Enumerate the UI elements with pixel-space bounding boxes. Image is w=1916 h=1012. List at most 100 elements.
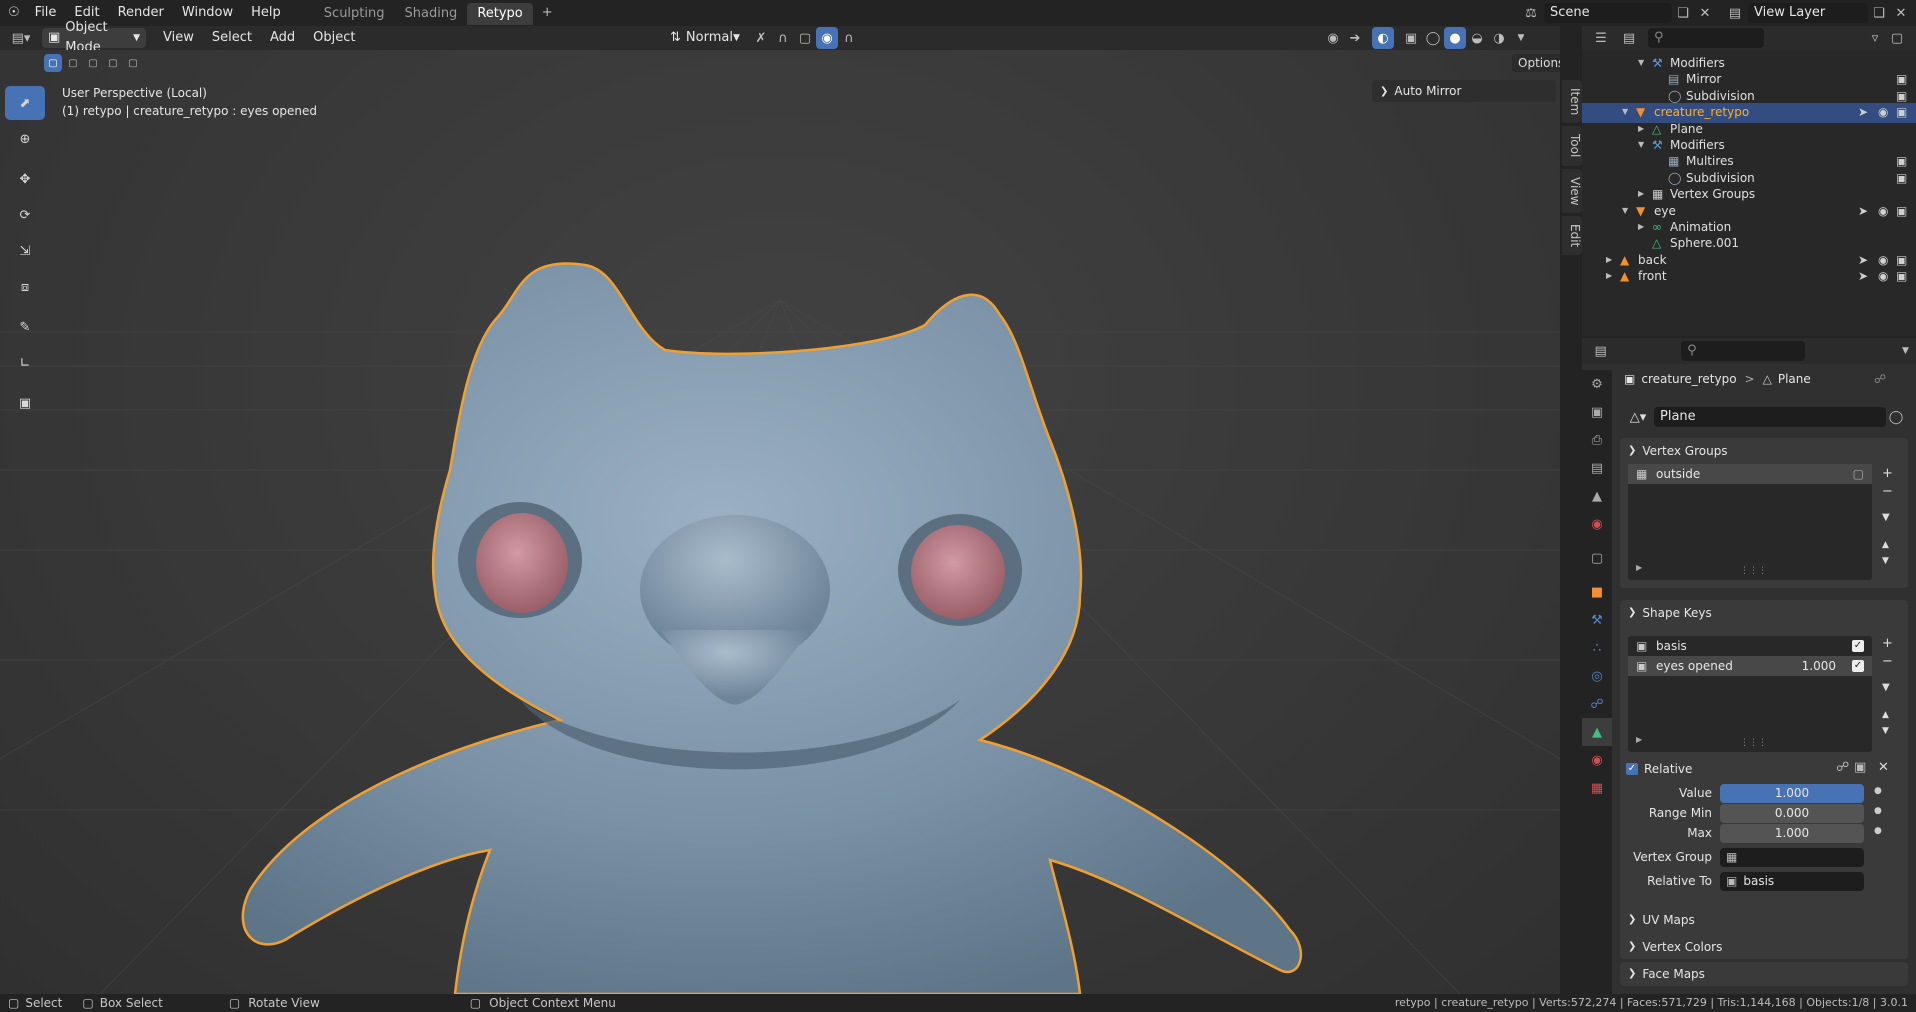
shape-key-remove-button[interactable]: − — [1882, 654, 1893, 669]
snap-target-icon[interactable]: ▢ — [794, 27, 816, 49]
physics-props-icon[interactable]: ◎ — [1582, 662, 1612, 690]
delete-scene-icon[interactable]: ✕ — [1694, 2, 1716, 24]
visibility-icon[interactable]: ◉ — [1878, 269, 1888, 283]
properties-search-input[interactable]: ⚲ — [1681, 341, 1805, 361]
select-toggle-icon[interactable]: ➤ — [1858, 204, 1868, 218]
transform-orientation-selector[interactable]: ⇅ Normal ▼ — [664, 28, 742, 48]
edit-mode-icon[interactable]: ▣ — [1854, 760, 1866, 775]
xray-icon[interactable]: ▣ — [1400, 27, 1422, 49]
shape-key-pin-icon[interactable]: ☍ — [1836, 760, 1849, 775]
mesh-data-props-icon[interactable]: ▲ — [1582, 718, 1612, 746]
disclosure-icon[interactable]: ▶ — [1638, 189, 1644, 198]
filter-icon[interactable]: ▿ — [1864, 27, 1886, 49]
shape-key-add-button[interactable]: + — [1882, 636, 1893, 651]
menu-file[interactable]: File — [26, 0, 66, 26]
tab-view[interactable]: View — [1562, 168, 1582, 214]
annotate-tool-icon[interactable]: ✎ — [5, 310, 45, 344]
disclosure-icon[interactable]: ▶ — [1606, 255, 1612, 264]
list-expand-icon[interactable]: ▶ — [1636, 735, 1642, 744]
shape-key-mute-checkbox[interactable]: ✓ — [1852, 640, 1864, 652]
scene-icon[interactable]: ⚖ — [1520, 2, 1542, 24]
menu-object[interactable]: Object — [304, 25, 364, 51]
tab-item[interactable]: Item — [1562, 80, 1582, 124]
particles-props-icon[interactable]: ∴ — [1582, 634, 1612, 662]
view-layer-field[interactable]: View Layer — [1748, 3, 1868, 23]
render-toggle-icon[interactable]: ▣ — [1896, 154, 1907, 168]
select-subtract-icon[interactable]: ▢ — [84, 54, 102, 72]
move-up-icon[interactable]: ▲ — [1882, 710, 1889, 720]
tab-edit[interactable]: Edit — [1562, 216, 1582, 256]
select-box-tool-icon[interactable]: ⬈ — [5, 86, 45, 120]
select-toggle-icon[interactable]: ➤ — [1858, 105, 1868, 119]
vertex-colors-header[interactable]: ❯ Vertex Colors — [1620, 935, 1908, 959]
add-cube-tool-icon[interactable]: ▣ — [5, 386, 45, 420]
render-toggle-icon[interactable]: ▣ — [1896, 72, 1907, 86]
new-view-layer-icon[interactable]: ❏ — [1868, 2, 1890, 24]
disclosure-icon[interactable]: ▶ — [1638, 222, 1644, 231]
constraints-props-icon[interactable]: ☍ — [1582, 690, 1612, 718]
select-intersect-icon[interactable]: ▢ — [124, 54, 142, 72]
disclosure-icon[interactable]: ▼ — [1638, 58, 1644, 67]
cursor-tool-icon[interactable]: ⊕ — [5, 122, 45, 156]
mode-selector[interactable]: ▣ Object Mode ▼ — [42, 20, 146, 55]
scene-name-field[interactable]: Scene — [1544, 3, 1672, 23]
relative-to-field[interactable]: ▣ basis — [1720, 872, 1864, 891]
add-workspace-button[interactable]: + — [533, 0, 562, 26]
transform-tool-icon[interactable]: ⧈ — [5, 270, 45, 304]
options-button[interactable]: Options — [1512, 54, 1560, 72]
3d-viewport[interactable]: User Perspective (Local) (1) retypo | cr… — [0, 50, 1560, 994]
new-collection-icon[interactable]: ▢ — [1886, 27, 1908, 49]
pin-icon[interactable]: ☍ — [1874, 372, 1886, 386]
view-layer-icon[interactable]: ▤ — [1724, 2, 1746, 24]
render-props-icon[interactable]: ▣ — [1582, 398, 1612, 426]
scale-tool-icon[interactable]: ⇲ — [5, 234, 45, 268]
vertex-groups-header[interactable]: ❯ Vertex Groups — [1620, 438, 1908, 464]
render-toggle-icon[interactable]: ▣ — [1896, 253, 1907, 267]
editor-type-icon[interactable]: ▤▾ — [6, 27, 36, 49]
rendered-shading-icon[interactable]: ◑ — [1488, 27, 1510, 49]
vertex-group-remove-button[interactable]: − — [1882, 484, 1893, 499]
menu-add[interactable]: Add — [261, 25, 304, 51]
visibility-icon[interactable]: ◉ — [1878, 204, 1888, 218]
menu-window[interactable]: Window — [173, 0, 242, 26]
list-item[interactable]: ▣ basis ✓ — [1628, 636, 1872, 656]
tab-retypo[interactable]: Retypo — [467, 3, 533, 25]
value-slider[interactable]: 1.000 — [1720, 784, 1864, 803]
tab-tool[interactable]: Tool — [1562, 126, 1582, 166]
mesh-browse-icon[interactable]: △▾ — [1624, 406, 1652, 428]
measure-tool-icon[interactable]: ∟ — [5, 346, 45, 380]
vertex-group-add-button[interactable]: + — [1882, 466, 1893, 481]
render-toggle-icon[interactable]: ▣ — [1896, 171, 1907, 185]
shape-key-specials-icon[interactable]: ▼ — [1882, 682, 1890, 693]
collection-props-icon[interactable]: ▢ — [1582, 544, 1612, 572]
menu-select[interactable]: Select — [203, 25, 261, 51]
list-expand-icon[interactable]: ▶ — [1636, 563, 1642, 572]
menu-view[interactable]: View — [154, 25, 203, 51]
world-props-icon[interactable]: ◉ — [1582, 510, 1612, 538]
uv-maps-header[interactable]: ❯ UV Maps — [1620, 908, 1908, 932]
render-toggle-icon[interactable]: ▣ — [1896, 105, 1907, 119]
disclosure-icon[interactable]: ▶ — [1606, 271, 1612, 280]
tab-sculpting[interactable]: Sculpting — [314, 3, 395, 25]
outliner-editor-type-icon[interactable]: ☰ — [1590, 27, 1612, 49]
uv-maps-panel[interactable]: ❯ UV Maps — [1620, 908, 1908, 932]
tool-props-icon[interactable]: ⚙ — [1582, 370, 1612, 398]
render-toggle-icon[interactable]: ▣ — [1896, 269, 1907, 283]
keyframe-dot-icon[interactable]: ● — [1874, 826, 1882, 836]
select-new-icon[interactable]: ▢ — [44, 54, 62, 72]
shape-key-mute-checkbox[interactable]: ✓ — [1852, 660, 1864, 672]
vertex-groups-list[interactable]: ▦ outside ▢ ▶ ⋮⋮⋮ — [1628, 464, 1872, 580]
shape-keys-list[interactable]: ▣ basis ✓ ▣ eyes opened 1.000 ✓ ▶ ⋮⋮⋮ — [1628, 636, 1872, 752]
falloff-icon[interactable]: ∩ — [838, 27, 860, 49]
relative-checkbox[interactable]: ✓ — [1626, 763, 1638, 775]
wireframe-shading-icon[interactable]: ◯ — [1422, 27, 1444, 49]
mesh-name-field[interactable]: Plane — [1654, 407, 1886, 427]
display-mode-icon[interactable]: ▤ — [1618, 27, 1640, 49]
max-field[interactable]: 1.000 — [1720, 824, 1864, 843]
shape-key-value[interactable]: 1.000 — [1802, 656, 1836, 676]
disclosure-icon[interactable]: ▼ — [1622, 107, 1628, 116]
disclosure-icon[interactable]: ▼ — [1638, 140, 1644, 149]
proportional-edit-icon[interactable]: ◉ — [816, 27, 838, 49]
properties-editor-type-icon[interactable]: ▤ — [1590, 340, 1611, 362]
blender-logo-icon[interactable]: ☉ — [0, 0, 26, 26]
